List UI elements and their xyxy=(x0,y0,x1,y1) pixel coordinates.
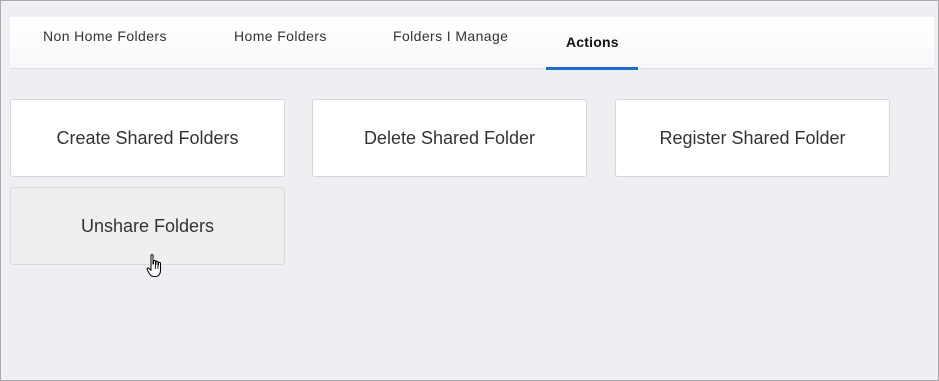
delete-shared-folder-button[interactable]: Delete Shared Folder xyxy=(312,99,587,177)
tab-bar: Non Home Folders Home Folders Folders I … xyxy=(10,17,934,70)
hand-pointer-icon xyxy=(146,254,161,277)
tab-actions[interactable]: Actions xyxy=(546,17,638,70)
button-label: Register Shared Folder xyxy=(659,127,846,148)
create-shared-folders-button[interactable]: Create Shared Folders xyxy=(10,99,285,177)
button-label: Create Shared Folders xyxy=(56,127,239,148)
tab-label: Folders I Manage xyxy=(393,28,509,44)
register-shared-folder-button[interactable]: Register Shared Folder xyxy=(615,99,890,177)
button-label: Delete Shared Folder xyxy=(363,127,536,148)
tab-label: Actions xyxy=(566,34,619,50)
tab-home-folders[interactable]: Home Folders xyxy=(200,17,355,69)
active-tab-indicator xyxy=(546,67,638,70)
tab-non-home-folders[interactable]: Non Home Folders xyxy=(10,17,200,69)
app-frame: Non Home Folders Home Folders Folders I … xyxy=(0,0,939,381)
tab-label: Home Folders xyxy=(234,28,327,44)
tab-folders-i-manage[interactable]: Folders I Manage xyxy=(355,17,545,69)
tab-label: Non Home Folders xyxy=(43,28,167,44)
button-label: Unshare Folders xyxy=(80,215,215,236)
